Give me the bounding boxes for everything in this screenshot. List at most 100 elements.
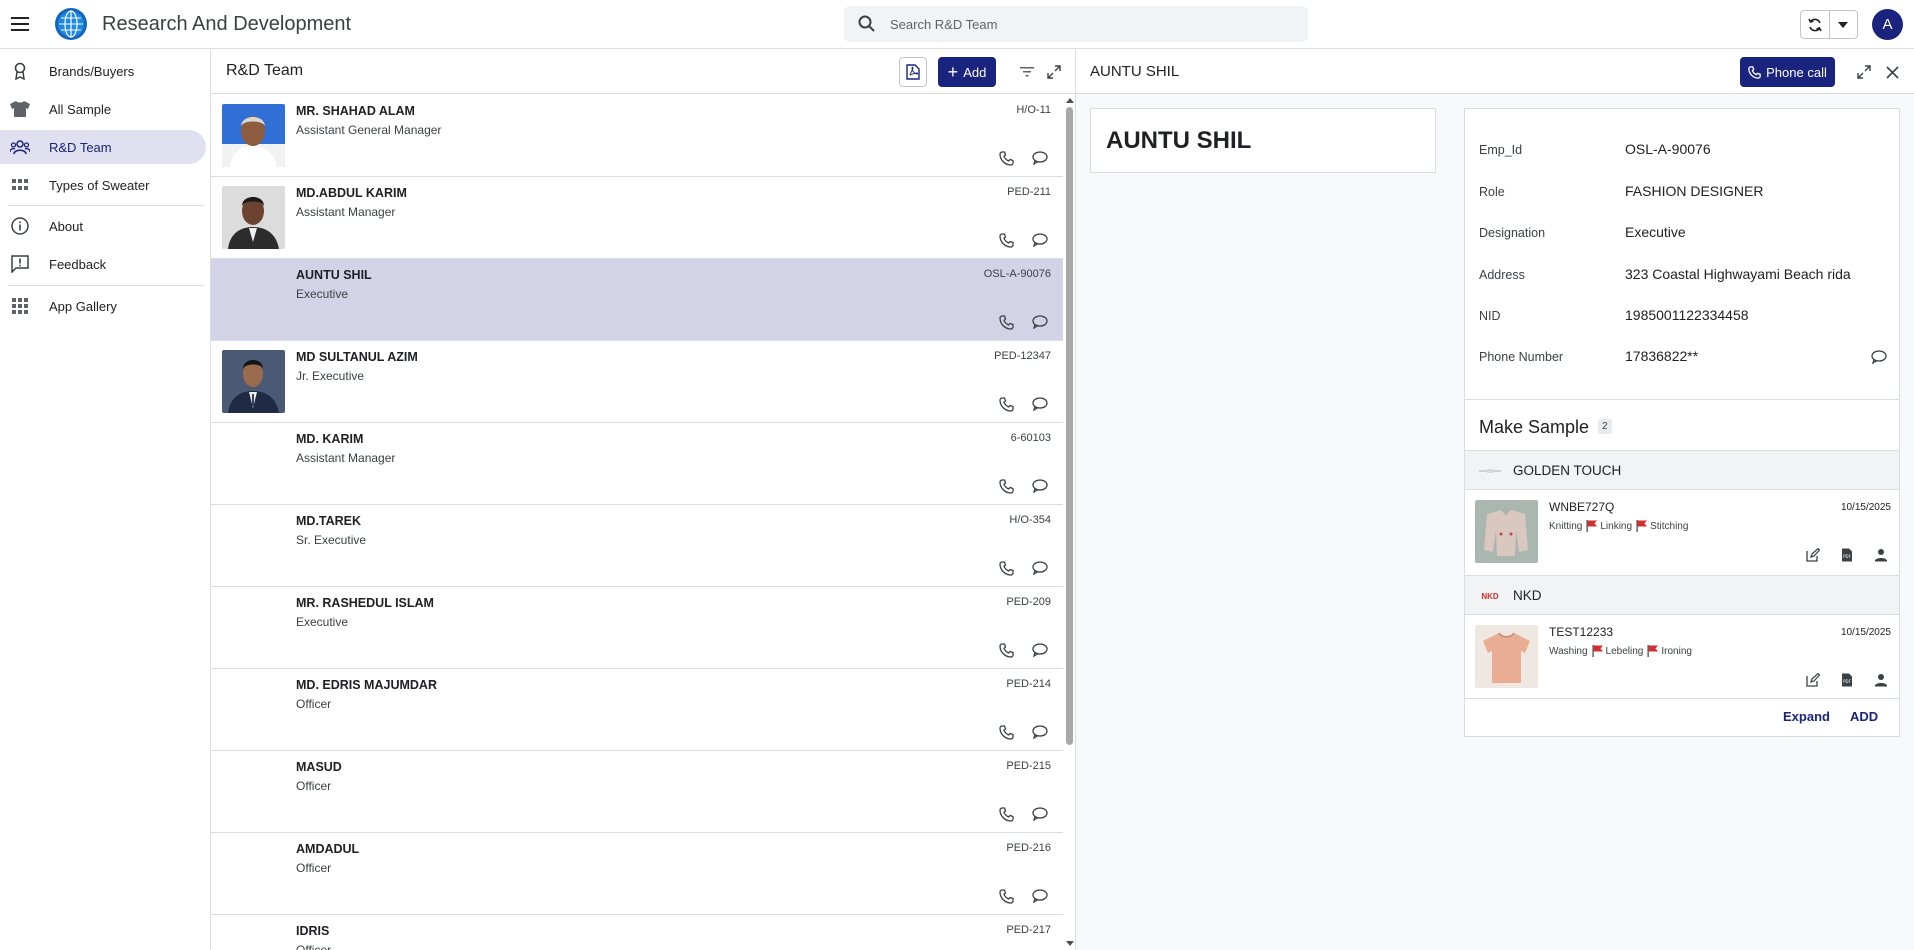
phone-icon[interactable] [997, 149, 1015, 167]
phone-call-label: Phone call [1766, 64, 1827, 80]
chat-icon[interactable] [1031, 723, 1049, 741]
phone-call-button[interactable]: Phone call [1740, 57, 1835, 87]
member-role: Officer [296, 943, 332, 950]
list-item[interactable]: MASUD Officer PED-215 [211, 751, 1063, 833]
scroll-up-arrow[interactable] [1065, 95, 1075, 105]
list-item[interactable]: MD. EDRIS MAJUMDAR Officer PED-214 [211, 669, 1063, 751]
detail-header: AUNTU SHIL Phone call [1076, 50, 1914, 94]
list-item[interactable]: MD. KARIM Assistant Manager 6-60103 [211, 423, 1063, 505]
list-item[interactable]: MR. RASHEDUL ISLAM Executive PED-209 [211, 587, 1063, 669]
chat-icon[interactable] [1031, 559, 1049, 577]
chat-icon[interactable] [1870, 348, 1888, 366]
expand-icon[interactable] [1044, 62, 1064, 82]
list-item-selected[interactable]: AUNTU SHIL Executive OSL-A-90076 [211, 259, 1063, 341]
nkd-logo-text: NKD [1481, 592, 1499, 601]
shirt-icon [10, 99, 30, 119]
flag-icon [1636, 520, 1648, 532]
member-role: Officer [296, 697, 332, 711]
member-big-name: AUNTU SHIL [1106, 127, 1252, 154]
pdf-export-button[interactable] [899, 57, 927, 87]
user-avatar[interactable]: A [1872, 9, 1903, 40]
flag-icon [1592, 645, 1604, 657]
list-item[interactable]: MR. SHAHAD ALAM Assistant General Manage… [211, 95, 1063, 177]
sidebar-item-about[interactable]: About [0, 209, 206, 243]
add-sample-button[interactable]: ADD [1850, 709, 1878, 724]
list-item[interactable]: MD.TAREK Sr. Executive H/O-354 [211, 505, 1063, 587]
sample-item[interactable]: TEST12233 10/15/2025 Washing Lebeling Ir… [1465, 615, 1899, 699]
sidebar-item-feedback[interactable]: Feedback [0, 247, 206, 281]
pdf-icon[interactable]: PDF [1839, 672, 1855, 688]
filter-icon[interactable] [1017, 62, 1037, 82]
list-item[interactable]: MD.ABDUL KARIM Assistant Manager PED-211 [211, 177, 1063, 259]
phone-icon[interactable] [997, 641, 1015, 659]
member-name: AUNTU SHIL [296, 268, 372, 282]
avatar-photo [222, 104, 285, 167]
sidebar-item-all-sample[interactable]: All Sample [0, 92, 206, 126]
team-list: MR. SHAHAD ALAM Assistant General Manage… [211, 95, 1063, 950]
close-icon[interactable] [1882, 62, 1902, 82]
info-row-designation: Designation Executive [1479, 224, 1889, 244]
sidebar-item-rd-team[interactable]: R&D Team [0, 130, 206, 164]
expand-icon[interactable] [1854, 62, 1874, 82]
sample-stages: Knitting Linking Stitching [1549, 520, 1692, 532]
list-scrollbar[interactable] [1064, 95, 1075, 950]
member-role: Assistant Manager [296, 205, 396, 219]
phone-icon[interactable] [997, 395, 1015, 413]
chat-icon[interactable] [1031, 149, 1049, 167]
member-name: MD SULTANUL AZIM [296, 350, 418, 364]
sample-actions: PDF [1805, 672, 1907, 688]
list-title: R&D Team [226, 62, 304, 79]
sample-count-badge: 2 [1598, 419, 1612, 434]
info-row-phone: Phone Number 17836822** [1479, 348, 1889, 368]
sidebar-item-app-gallery[interactable]: App Gallery [0, 289, 206, 323]
brand-name: NKD [1513, 588, 1542, 603]
chat-icon[interactable] [1031, 805, 1049, 823]
chat-icon[interactable] [1031, 231, 1049, 249]
add-member-button[interactable]: + Add [938, 57, 996, 87]
add-button-label: Add [963, 64, 987, 80]
svg-text:PDF: PDF [1843, 554, 1851, 559]
sample-code: TEST12233 [1549, 625, 1614, 639]
member-code: H/O-11 [1016, 104, 1051, 116]
phone-icon[interactable] [997, 805, 1015, 823]
sidebar-item-brands-buyers[interactable]: Brands/Buyers [0, 54, 206, 88]
phone-icon[interactable] [997, 477, 1015, 495]
chat-icon[interactable] [1031, 395, 1049, 413]
phone-icon[interactable] [997, 887, 1015, 905]
search-bar[interactable] [844, 6, 1308, 42]
person-icon[interactable] [1873, 672, 1889, 688]
list-item[interactable]: AMDADUL Officer PED-216 [211, 833, 1063, 915]
chat-icon[interactable] [1031, 641, 1049, 659]
member-info-card: Emp_Id OSL-A-90076 Role FASHION DESIGNER… [1464, 108, 1900, 436]
sync-icon[interactable] [1801, 11, 1830, 38]
scroll-down-arrow[interactable] [1065, 938, 1075, 948]
person-icon[interactable] [1873, 547, 1889, 563]
stage-ironing: Ironing [1647, 645, 1692, 657]
edit-icon[interactable] [1805, 672, 1821, 688]
phone-icon[interactable] [997, 231, 1015, 249]
member-name-card: AUNTU SHIL [1090, 108, 1436, 173]
menu-icon[interactable] [8, 12, 32, 36]
pdf-icon[interactable]: PDF [1839, 547, 1855, 563]
edit-icon[interactable] [1805, 547, 1821, 563]
brand-logo [1479, 465, 1501, 477]
scroll-thumb[interactable] [1066, 107, 1073, 745]
phone-icon[interactable] [997, 559, 1015, 577]
sample-item[interactable]: WNBE727Q 10/15/2025 Knitting Linking Sti… [1465, 490, 1899, 574]
stage-knitting: Knitting [1549, 520, 1583, 532]
chat-icon[interactable] [1031, 313, 1049, 331]
list-item[interactable]: MD SULTANUL AZIM Jr. Executive PED-12347 [211, 341, 1063, 423]
info-value: Executive [1625, 224, 1686, 240]
expand-button[interactable]: Expand [1783, 709, 1830, 724]
chat-icon[interactable] [1031, 887, 1049, 905]
top-app-bar: Research And Development A [0, 0, 1914, 49]
member-code: PED-217 [1006, 924, 1051, 936]
chat-icon[interactable] [1031, 477, 1049, 495]
sidebar-item-label: Types of Sweater [49, 177, 150, 193]
phone-icon[interactable] [997, 723, 1015, 741]
sidebar-item-types-of-sweater[interactable]: Types of Sweater [0, 168, 206, 202]
phone-icon[interactable] [997, 313, 1015, 331]
chevron-down-icon[interactable] [1830, 11, 1858, 38]
list-item[interactable]: IDRIS Officer PED-217 [211, 915, 1063, 950]
search-input[interactable] [890, 16, 1270, 32]
